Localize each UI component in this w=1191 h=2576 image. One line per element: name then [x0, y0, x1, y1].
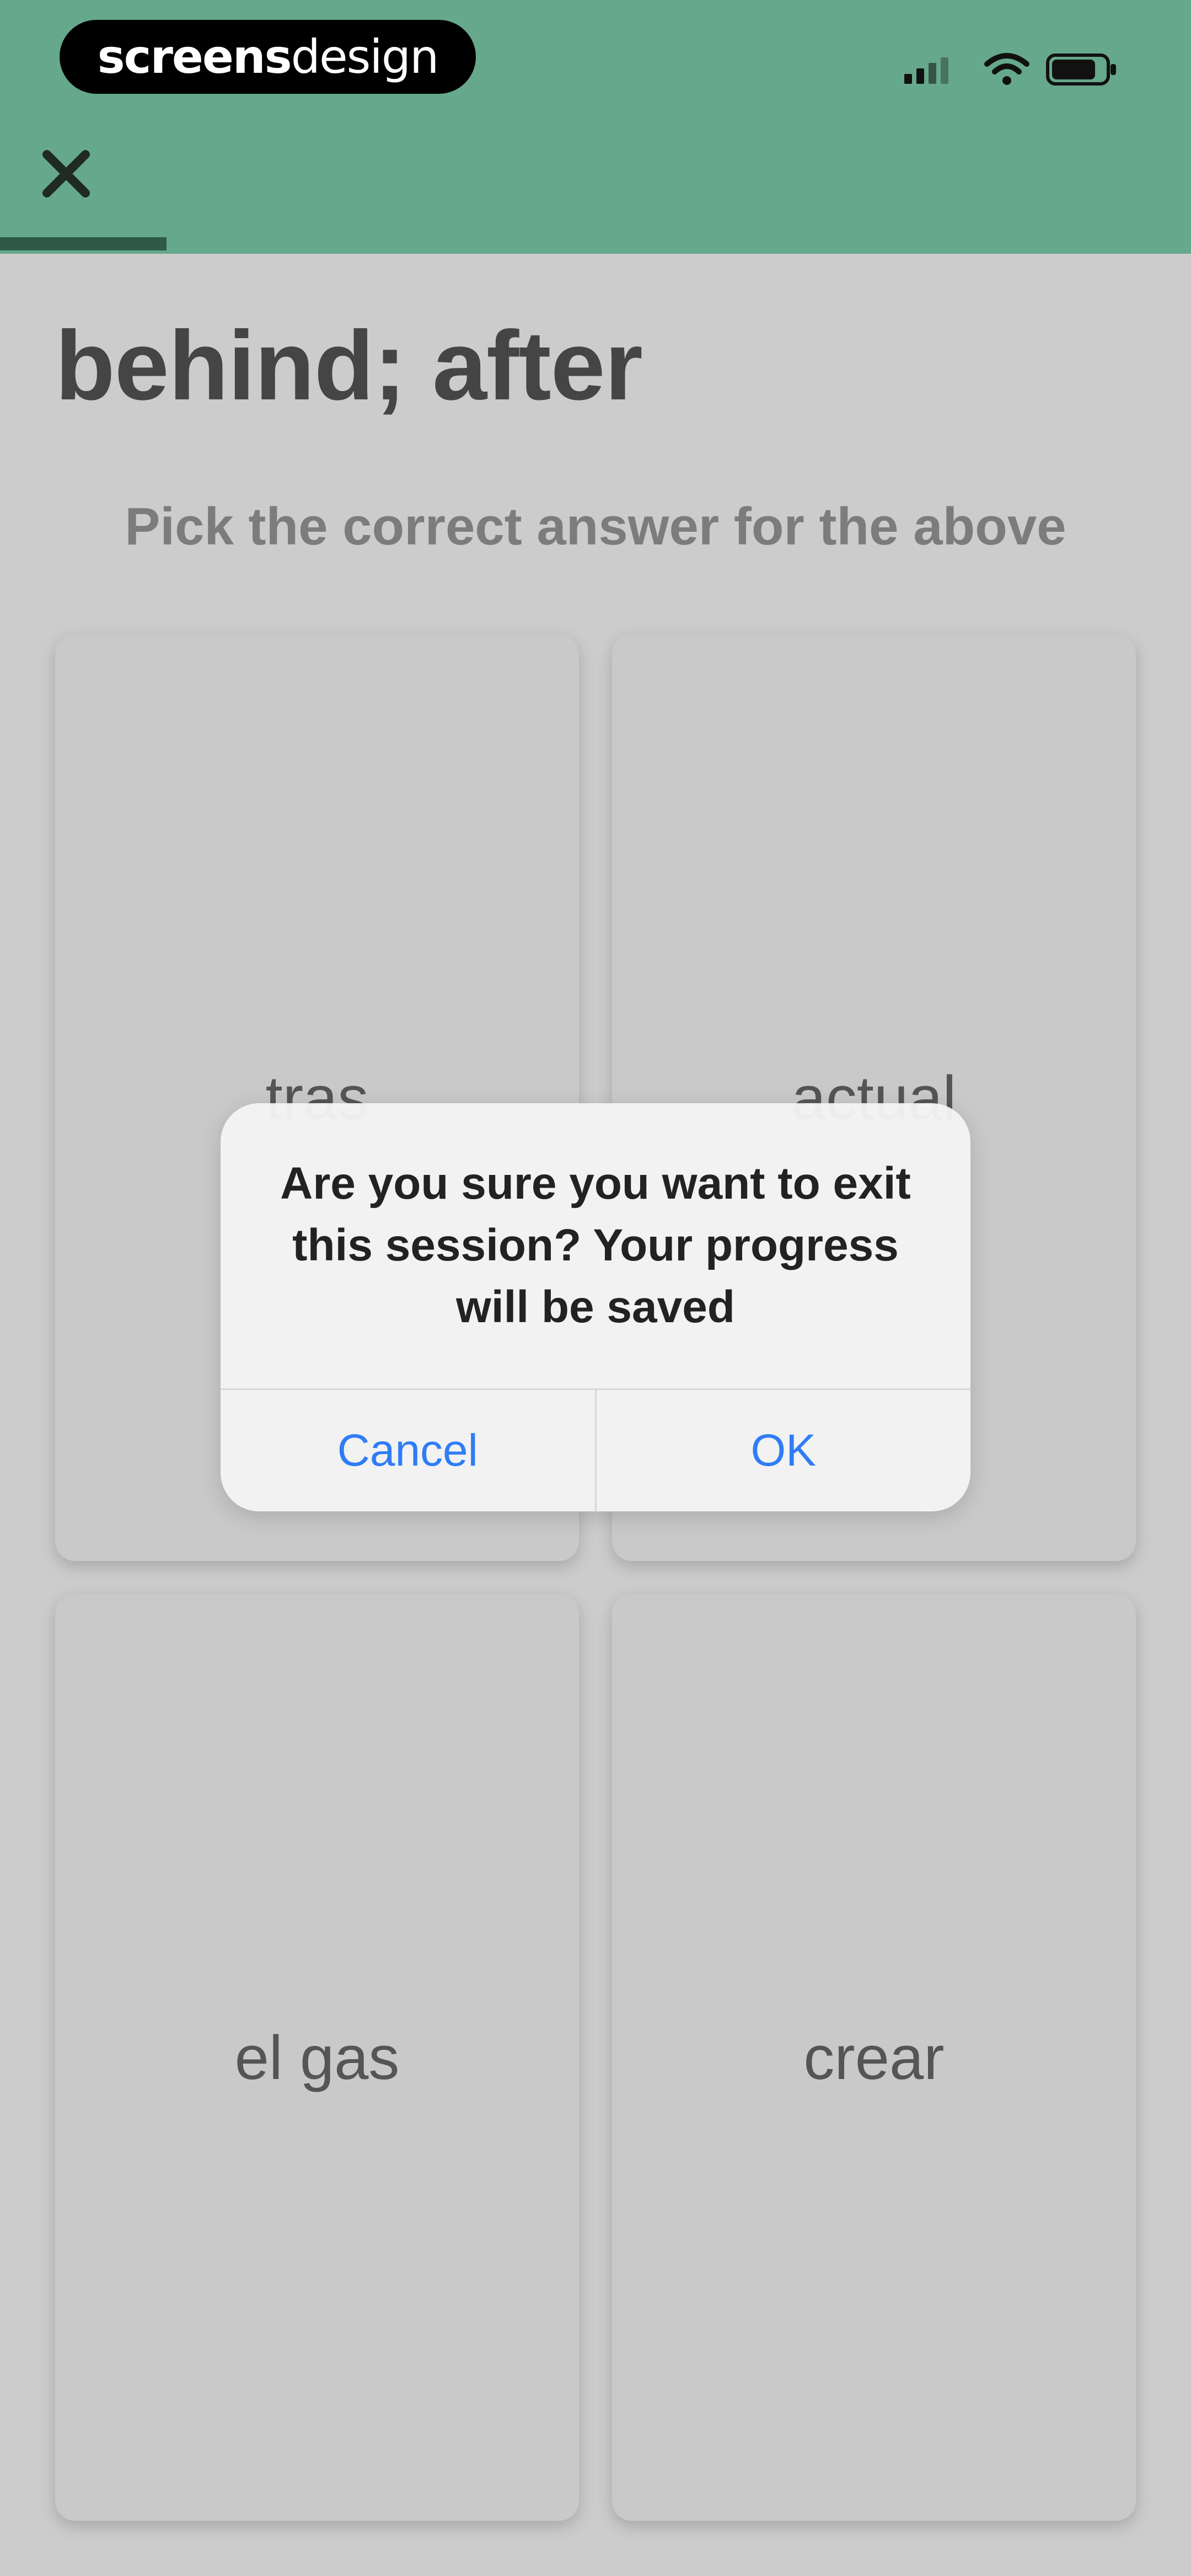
dialog-message: Are you sure you want to exit this sessi… [280, 1158, 911, 1332]
exit-session-dialog: Are you sure you want to exit this sessi… [221, 1103, 970, 1511]
dialog-actions: Cancel OK [221, 1388, 970, 1511]
ok-button[interactable]: OK [597, 1390, 971, 1511]
cancel-button[interactable]: Cancel [221, 1390, 597, 1511]
